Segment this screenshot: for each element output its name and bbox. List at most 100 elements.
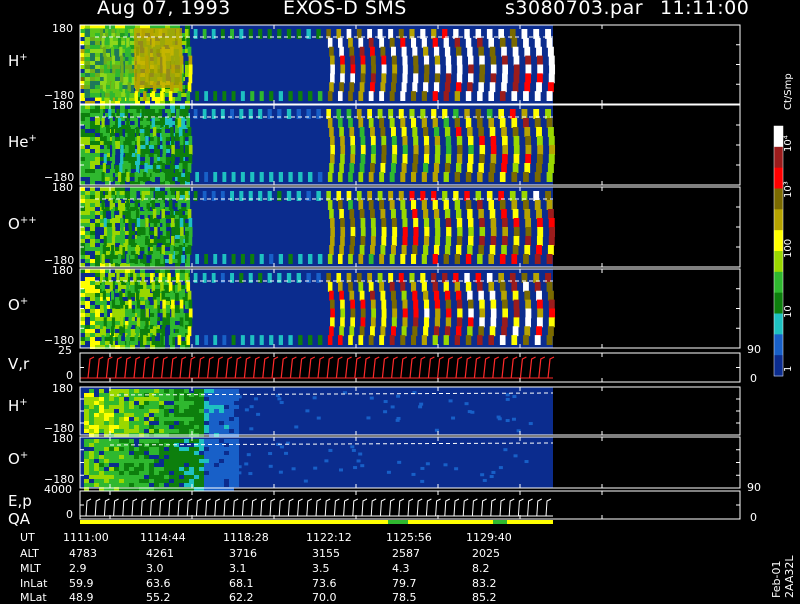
heatmap-stripe (152, 245, 157, 255)
heatmap-stripe (112, 145, 116, 155)
heatmap-stripe (222, 254, 227, 264)
heatmap-stripe (168, 281, 173, 292)
heatmap-cell (80, 321, 85, 325)
heatmap-cell (134, 405, 139, 409)
heatmap-cell (180, 195, 185, 199)
heatmap-stripe (401, 127, 407, 137)
heatmap-cell (119, 413, 124, 417)
heatmap-cell (180, 105, 185, 109)
heatmap-cell (124, 421, 129, 425)
heatmap-cell (174, 425, 179, 429)
heatmap-cell (140, 231, 145, 235)
heatmap-cell (120, 109, 125, 113)
heatmap-cell (175, 305, 180, 309)
heatmap-cell (154, 425, 159, 429)
heatmap-cell (80, 181, 85, 185)
heatmap-cell (90, 153, 95, 157)
heatmap-cell (491, 470, 496, 474)
heatmap-cell (95, 333, 100, 337)
heatmap-cell (164, 413, 169, 417)
heatmap-cell (105, 173, 110, 177)
heatmap-stripe (329, 209, 334, 219)
heatmap-cell (155, 121, 160, 125)
heatmap-stripe (421, 254, 427, 264)
heatmap-cell (99, 483, 104, 487)
heatmap-stripe (512, 326, 519, 337)
heatmap-cell (109, 471, 114, 475)
heatmap-cell (104, 475, 109, 479)
heatmap-cell (425, 462, 430, 466)
heatmap-stripe (432, 37, 438, 48)
heatmap-stripe (511, 254, 518, 264)
heatmap-cell (199, 471, 204, 475)
heatmap-cell (119, 447, 124, 451)
heatmap-stripe (488, 200, 495, 210)
heatmap-stripe (143, 200, 147, 210)
heatmap-stripe (478, 82, 484, 93)
heatmap-cell (80, 109, 85, 113)
heatmap-stripe (339, 127, 344, 137)
heatmap-stripe (513, 73, 520, 84)
heatmap-cell (80, 301, 85, 305)
heatmap-cell (214, 409, 219, 413)
heatmap-stripe (401, 326, 407, 337)
heatmap-cell (95, 117, 100, 121)
heatmap-cell (189, 455, 194, 459)
heatmap-cell (155, 187, 160, 191)
heatmap-cell (105, 177, 110, 181)
heatmap-cell (85, 277, 90, 281)
heatmap-stripe (467, 209, 473, 219)
heatmap-cell (199, 455, 204, 459)
heatmap-cell (84, 459, 89, 463)
heatmap-stripe (524, 127, 531, 137)
heatmap-cell (129, 447, 134, 451)
heatmap-stripe (477, 37, 483, 48)
heatmap-cell (80, 309, 85, 313)
heatmap-cell (85, 281, 90, 285)
heatmap-stripe (153, 154, 158, 164)
heatmap-cell (219, 475, 224, 479)
heatmap-cell (124, 455, 129, 459)
heatmap-cell (80, 269, 85, 273)
heatmap-cell (90, 145, 95, 149)
heatmap-cell (199, 389, 204, 393)
heatmap-cell (164, 405, 169, 409)
heatmap-stripe (128, 154, 132, 164)
heatmap-stripe (537, 227, 544, 237)
heatmap-cell (154, 471, 159, 475)
heatmap-cell (134, 483, 139, 487)
heatmap-stripe (339, 326, 344, 337)
heatmap-stripe (117, 254, 122, 264)
heatmap-cell (89, 389, 94, 393)
heatmap-stripe (467, 326, 473, 337)
heatmap-stripe (101, 118, 105, 128)
heatmap-stripe (548, 154, 555, 164)
heatmap-cell (139, 401, 144, 405)
heatmap-stripe (111, 136, 116, 146)
colorbar-segment (774, 230, 783, 252)
heatmap-stripe (337, 281, 343, 292)
heatmap-stripe (360, 145, 366, 155)
heatmap-cell (144, 405, 149, 409)
heatmap-stripe (454, 281, 461, 292)
heatmap-cell (104, 459, 109, 463)
heatmap-stripe (317, 335, 323, 345)
heatmap-cell (115, 313, 120, 317)
heatmap-cell (144, 467, 149, 471)
heatmap-cell (164, 459, 169, 463)
heatmap-stripe (412, 290, 418, 301)
heatmap-stripe (128, 218, 132, 228)
heatmap-cell (214, 467, 219, 471)
heatmap-stripe (468, 236, 474, 246)
heatmap-stripe (547, 245, 554, 255)
heatmap-stripe (433, 46, 440, 57)
colorbar-segment (774, 355, 783, 377)
heatmap-cell (124, 447, 129, 451)
heatmap-cell (80, 289, 85, 293)
footer-cell: 3155 (312, 547, 340, 560)
heatmap-cell (154, 479, 159, 483)
heatmap-stripe (360, 299, 366, 310)
heatmap-cell (155, 255, 160, 259)
heatmap-stripe (360, 308, 366, 319)
heatmap-stripe (454, 200, 461, 210)
